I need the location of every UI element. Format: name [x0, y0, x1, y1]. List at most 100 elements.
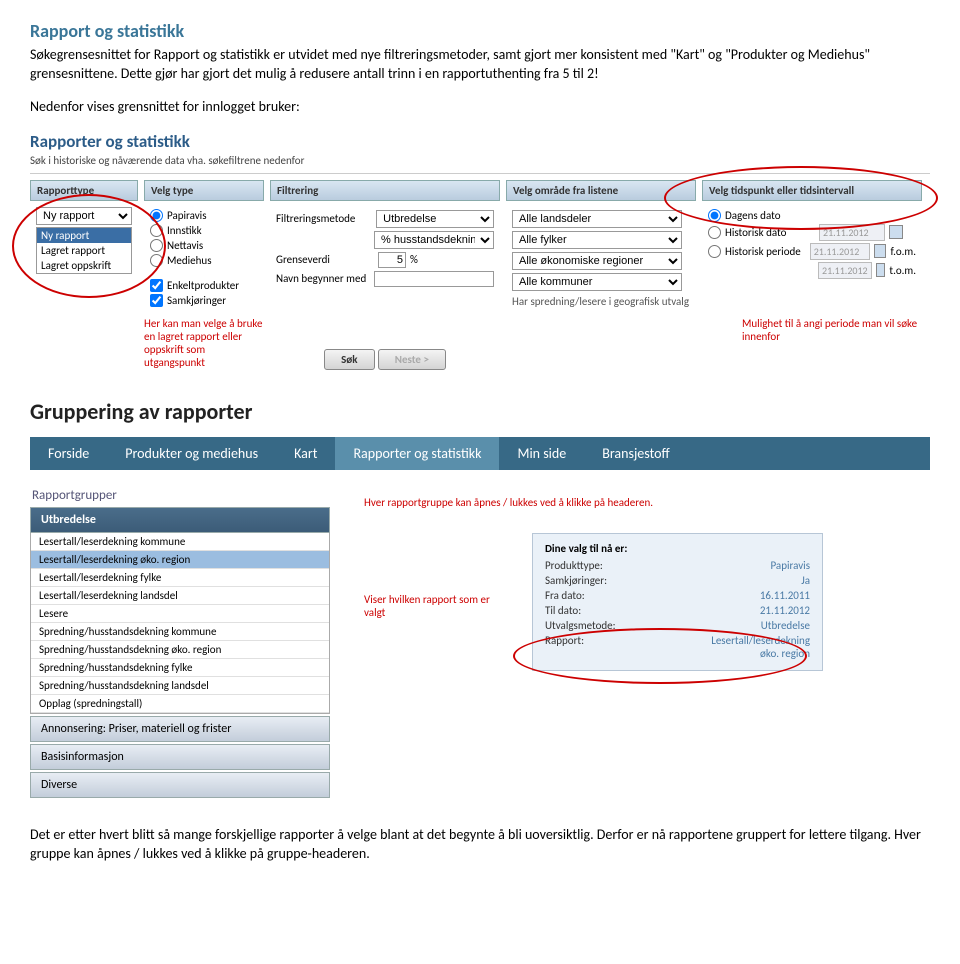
list-item-selected[interactable]: Lesertall/leserdekning øko. region: [31, 551, 329, 569]
nav-item-forside[interactable]: Forside: [30, 437, 107, 470]
calendar-icon[interactable]: [876, 263, 886, 277]
nav-item-kart[interactable]: Kart: [276, 437, 335, 470]
radio-label: Nettavis: [167, 239, 203, 252]
list-item[interactable]: Lesertall/leserdekning landsdel: [31, 587, 329, 605]
select-utbredelse[interactable]: Utbredelse: [376, 210, 494, 228]
group-header-utbredelse[interactable]: Utbredelse: [30, 507, 330, 533]
input-grenseverdi[interactable]: [378, 252, 406, 268]
radio-label: Papiravis: [167, 209, 207, 222]
fom-label: f.o.m.: [890, 245, 916, 258]
radio-mediehus[interactable]: [150, 254, 163, 267]
radio-dagensdato[interactable]: [708, 209, 721, 222]
rapporttype-select[interactable]: Ny rapport: [36, 207, 132, 225]
summary-label: Produkttype:: [545, 559, 603, 572]
radio-label: Historisk periode: [725, 245, 806, 258]
summary-label: Fra dato:: [545, 589, 585, 602]
select-fylker[interactable]: Alle fylker: [512, 231, 682, 249]
label-grenseverdi: Grenseverdi: [276, 253, 374, 266]
unit-percent: %: [410, 253, 418, 266]
list-item[interactable]: Opplag (spredningstall): [31, 695, 329, 713]
select-landsdeler[interactable]: Alle landsdeler: [512, 210, 682, 228]
calendar-icon[interactable]: [874, 244, 887, 258]
nav-item-bransjestoff[interactable]: Bransjestoff: [584, 437, 687, 470]
tom-label: t.o.m.: [889, 264, 916, 277]
summary-value: 16.11.2011: [760, 589, 810, 602]
doc-title: Rapport og statistikk: [30, 20, 930, 42]
list-item[interactable]: Spredning/husstandsdekning øko. region: [31, 641, 329, 659]
input-navnbegynner[interactable]: [374, 271, 494, 287]
check-label: Enkeltprodukter: [167, 279, 239, 292]
group-header-basis[interactable]: Basisinformasjon: [30, 744, 330, 770]
group-header-diverse[interactable]: Diverse: [30, 772, 330, 798]
summary-title: Dine valg til nå er:: [545, 542, 810, 555]
nav-item-rapporter[interactable]: Rapporter og statistikk: [335, 437, 499, 470]
doc-para-3: Det er etter hvert blitt så mange forskj…: [30, 826, 930, 864]
radio-historiskdato[interactable]: [708, 226, 721, 239]
date-field-tom[interactable]: 21.11.2012: [818, 262, 872, 279]
section-heading-gruppering: Gruppering av rapporter: [30, 398, 930, 425]
rapporttype-option[interactable]: Lagret oppskrift: [37, 258, 131, 273]
annotation-text-1: Her kan man velge å bruke en lagret rapp…: [144, 317, 264, 370]
list-item[interactable]: Lesere: [31, 605, 329, 623]
nav-item-minside[interactable]: Min side: [499, 437, 584, 470]
select-husstandsdekning[interactable]: % husstandsdekning: [374, 231, 494, 249]
list-item[interactable]: Spredning/husstandsdekning fylke: [31, 659, 329, 677]
list-item[interactable]: Spredning/husstandsdekning landsdel: [31, 677, 329, 695]
radio-historiskperiode[interactable]: [708, 245, 721, 258]
rapportgrupper-title: Rapportgrupper: [32, 488, 330, 503]
rapporttype-option[interactable]: Lagret rapport: [37, 243, 131, 258]
summary-value: Ja: [801, 574, 810, 587]
select-okoregioner[interactable]: Alle økonomiske regioner: [512, 252, 682, 270]
rapporttype-option-selected[interactable]: Ny rapport: [37, 228, 131, 243]
area-note: Har spredning/lesere i geografisk utvalg: [512, 295, 690, 308]
radio-label: Innstikk: [167, 224, 202, 237]
list-item[interactable]: Lesertall/leserdekning kommune: [31, 533, 329, 551]
radio-nettavis[interactable]: [150, 239, 163, 252]
annotation-text-4: Viser hvilken rapport som er valgt: [364, 593, 494, 619]
summary-label: Til dato:: [545, 604, 581, 617]
list-item[interactable]: Spredning/husstandsdekning kommune: [31, 623, 329, 641]
app-subtitle: Søk i historiske og nåværende data vha. …: [30, 154, 930, 167]
check-enkeltprodukter[interactable]: [150, 279, 163, 292]
doc-para-2: Nedenfor vises grensnittet for innlogget…: [30, 98, 930, 117]
summary-value: 21.11.2012: [760, 604, 810, 617]
group-header-annonsering[interactable]: Annonsering: Priser, materiell og friste…: [30, 716, 330, 742]
col-header-tidspunkt: Velg tidspunkt eller tidsintervall: [702, 180, 922, 201]
nav-item-produkter[interactable]: Produkter og mediehus: [107, 437, 276, 470]
col-header-rapporttype: Rapporttype: [30, 180, 138, 201]
grouping-screenshot: Forside Produkter og mediehus Kart Rappo…: [30, 437, 930, 798]
app-title: Rapporter og statistikk: [30, 131, 930, 152]
label-navnbegynner: Navn begynner med: [276, 272, 370, 285]
annotation-text-3: Hver rapportgruppe kan åpnes / lukkes ve…: [364, 496, 930, 509]
summary-label: Rapport:: [545, 634, 584, 660]
summary-box: Dine valg til nå er: Produkttype: Papirav…: [532, 533, 823, 671]
search-button[interactable]: Søk: [324, 349, 374, 370]
radio-papiravis[interactable]: [150, 209, 163, 222]
select-kommuner[interactable]: Alle kommuner: [512, 273, 682, 291]
date-field[interactable]: 21.11.2012: [819, 224, 885, 241]
summary-value: Papiravis: [770, 559, 810, 572]
summary-label: Samkjøringer:: [545, 574, 607, 587]
annotation-text-2: Mulighet til å angi periode man vil søke…: [702, 317, 922, 343]
radio-label: Mediehus: [167, 254, 212, 267]
next-button[interactable]: Neste >: [378, 349, 446, 370]
list-item[interactable]: Lesertall/leserdekning fylke: [31, 569, 329, 587]
col-header-velgtype: Velg type: [144, 180, 264, 201]
summary-value: Lesertall/leserdekning øko. region: [690, 634, 810, 660]
radio-innstikk[interactable]: [150, 224, 163, 237]
radio-label: Historisk dato: [725, 226, 815, 239]
summary-value: Utbredelse: [761, 619, 810, 632]
doc-para-1: Søkegrensesnittet for Rapport og statist…: [30, 46, 930, 84]
summary-label: Utvalgsmetode:: [545, 619, 616, 632]
col-header-filtrering: Filtrering: [270, 180, 500, 201]
report-filter-screenshot: Rapporter og statistikk Søk i historiske…: [30, 131, 930, 370]
date-field-fom[interactable]: 21.11.2012: [810, 243, 870, 260]
calendar-icon[interactable]: [889, 225, 903, 239]
radio-label: Dagens dato: [725, 209, 781, 222]
check-label: Samkjøringer: [167, 294, 226, 307]
label-filtmetode: Filtreringsmetode: [276, 212, 372, 225]
group-list: Lesertall/leserdekning kommune Lesertall…: [30, 533, 330, 714]
main-navbar: Forside Produkter og mediehus Kart Rappo…: [30, 437, 930, 470]
col-header-omrade: Velg område fra listene: [506, 180, 696, 201]
check-samkjoringer[interactable]: [150, 294, 163, 307]
